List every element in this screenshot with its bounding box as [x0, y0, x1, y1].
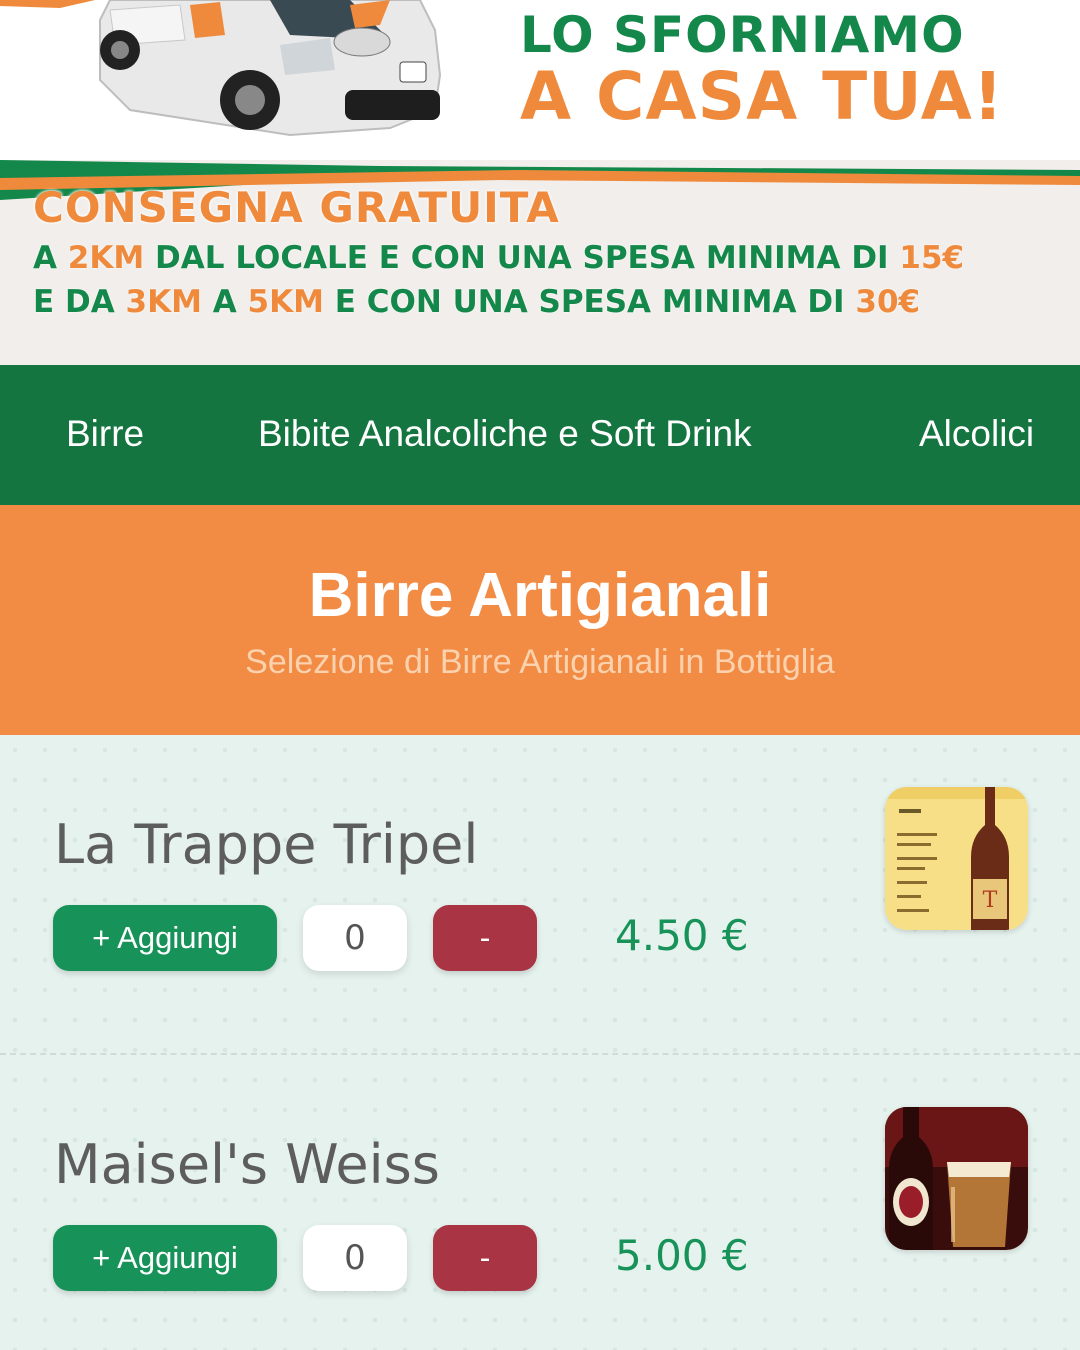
product-name: Maisel's Weiss	[54, 1133, 440, 1196]
hero-title-line2: A CASA TUA!	[520, 58, 1004, 135]
delivery-heading: CONSEGNA GRATUITA	[33, 183, 560, 232]
beer-glass-image[interactable]	[885, 1107, 1028, 1250]
svg-text:T: T	[983, 888, 998, 913]
delivery-line-2-text: E CON UNA SPESA MINIMA DI	[323, 284, 856, 320]
section-title: Birre Artigianali	[308, 561, 772, 630]
product-price: 5.00 €	[615, 1231, 749, 1280]
section-subtitle: Selezione di Birre Artigianali in Bottig…	[245, 643, 835, 681]
category-nav: Birre Bibite Analcoliche e Soft Drink Al…	[0, 365, 1080, 505]
hero-title: LO SFORNIAMO A CASA TUA!	[520, 10, 1004, 130]
hero-banner: LO SFORNIAMO A CASA TUA! CONSEGNA GRATUI…	[0, 0, 1080, 365]
delivery-van-image	[99, 0, 442, 137]
hero-title-line1: LO SFORNIAMO	[520, 6, 965, 64]
delivery-line-1-prefix: A	[33, 240, 68, 276]
nav-item-bibite-analcoliche[interactable]: Bibite Analcoliche e Soft Drink	[258, 413, 752, 455]
delivery-line-1: A 2KM DAL LOCALE E CON UNA SPESA MINIMA …	[33, 240, 964, 276]
delivery-line-2-amount: 30€	[855, 284, 921, 320]
product-item: La Trappe Tripel + Aggiungi 0 - 4.50 € T	[0, 735, 1080, 1053]
section-header: Birre Artigianali Selezione di Birre Art…	[0, 505, 1080, 735]
delivery-info: CONSEGNA GRATUITA A 2KM DAL LOCALE E CON…	[33, 183, 964, 320]
decrease-quantity-button[interactable]: -	[433, 905, 537, 971]
product-list: La Trappe Tripel + Aggiungi 0 - 4.50 € T	[0, 735, 1080, 1350]
quantity-field[interactable]: 0	[303, 1225, 407, 1291]
add-to-cart-button[interactable]: + Aggiungi	[53, 905, 277, 971]
delivery-line-1-km: 2KM	[67, 240, 145, 276]
delivery-line-1-amount: 15€	[899, 240, 965, 276]
nav-item-alcolici[interactable]: Alcolici	[919, 413, 1034, 455]
delivery-line-1-text: DAL LOCALE E CON UNA SPESA MINIMA DI	[144, 240, 900, 276]
decrease-quantity-button[interactable]: -	[433, 1225, 537, 1291]
delivery-line-2-km-to: 5KM	[247, 284, 324, 320]
delivery-line-2-prefix: E DA	[33, 284, 126, 320]
add-to-cart-button[interactable]: + Aggiungi	[53, 1225, 277, 1291]
product-name: La Trappe Tripel	[54, 813, 479, 876]
nav-item-birre[interactable]: Birre	[66, 413, 144, 455]
product-item: Maisel's Weiss + Aggiungi 0 - 5.00 €	[0, 1053, 1080, 1350]
delivery-line-2-sep: A	[201, 284, 248, 320]
quantity-field[interactable]: 0	[303, 905, 407, 971]
beer-bottle-label-image[interactable]: T	[885, 787, 1028, 930]
product-price: 4.50 €	[615, 911, 749, 960]
delivery-line-2: E DA 3KM A 5KM E CON UNA SPESA MINIMA DI…	[33, 284, 964, 320]
delivery-line-2-km-from: 3KM	[125, 284, 202, 320]
